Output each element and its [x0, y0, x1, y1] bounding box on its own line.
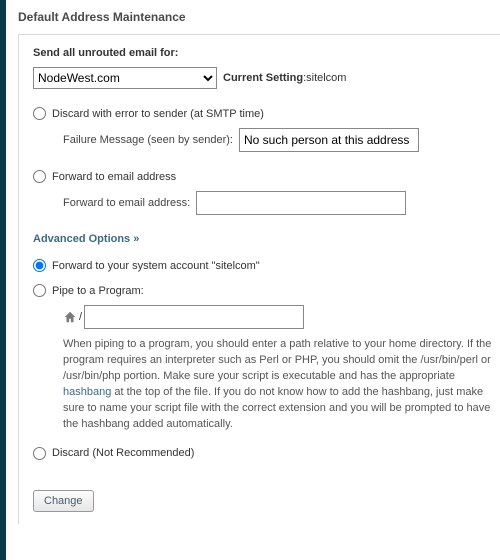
- unrouted-label: Send all unrouted email for:: [33, 47, 492, 59]
- opt-discard-error[interactable]: [33, 107, 46, 120]
- opt-discard-nr[interactable]: [33, 447, 46, 460]
- opt-forward-sys-label: Forward to your system account "sitelcom…: [52, 260, 260, 272]
- opt-forward-addr[interactable]: [33, 170, 46, 183]
- failure-msg-label: Failure Message (seen by sender):: [63, 134, 233, 146]
- forward-addr-sublabel: Forward to email address:: [63, 197, 190, 209]
- opt-discard-error-label: Discard with error to sender (at SMTP ti…: [52, 108, 264, 120]
- hashbang-link[interactable]: hashbang: [63, 386, 111, 398]
- settings-panel: Send all unrouted email for: NodeWest.co…: [18, 34, 500, 524]
- failure-msg-input[interactable]: [239, 128, 419, 152]
- opt-forward-addr-label: Forward to email address: [52, 171, 176, 183]
- opt-discard-nr-label: Discard (Not Recommended): [52, 447, 194, 459]
- pipe-path-prefix: /: [79, 311, 82, 323]
- page-title: Default Address Maintenance: [18, 10, 500, 24]
- forward-addr-input[interactable]: [196, 191, 406, 215]
- opt-forward-sys[interactable]: [33, 259, 46, 272]
- change-button[interactable]: Change: [33, 490, 94, 512]
- home-icon: [63, 310, 79, 324]
- pipe-path-input[interactable]: [84, 305, 304, 329]
- opt-pipe-label: Pipe to a Program:: [52, 285, 144, 297]
- opt-pipe[interactable]: [33, 284, 46, 297]
- advanced-options-title: Advanced Options »: [33, 233, 492, 245]
- pipe-note: When piping to a program, you should ent…: [63, 337, 492, 433]
- domain-select[interactable]: NodeWest.com: [33, 67, 217, 89]
- current-setting-value: sitelcom: [306, 72, 346, 84]
- current-setting-label: Current Setting: [223, 72, 303, 84]
